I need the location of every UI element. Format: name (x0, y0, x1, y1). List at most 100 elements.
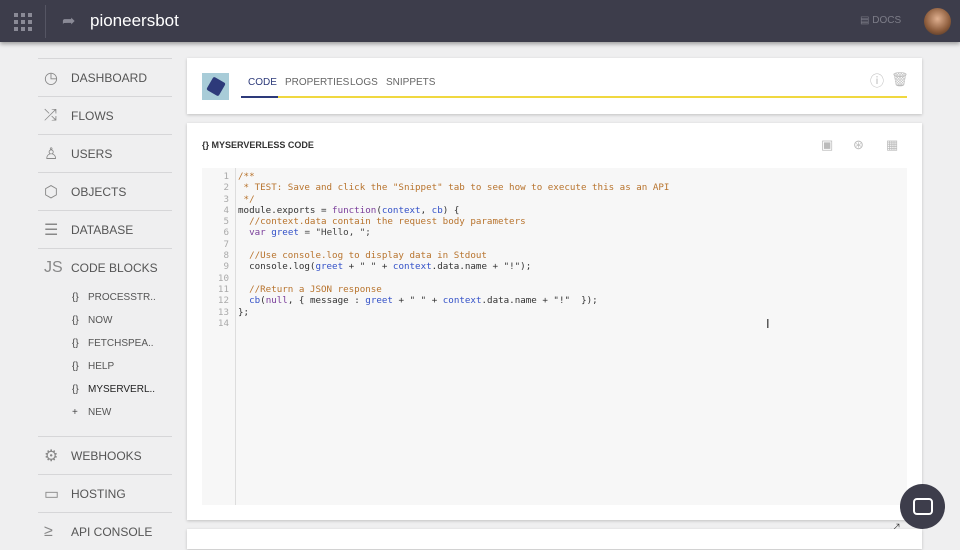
sidebar-item-label: HOSTING (71, 486, 126, 501)
tab-logs[interactable]: LOGS (350, 77, 378, 88)
code-token: context (381, 204, 421, 216)
apps-grid-icon[interactable] (14, 13, 32, 31)
subitem-label: HELP (88, 361, 115, 372)
line-number: 4 (223, 204, 229, 216)
tab-properties[interactable]: PROPERTIES (285, 77, 349, 88)
grid-icon[interactable]: ▦ (886, 137, 898, 153)
sidebar-item-api-console[interactable]: ≥ API CONSOLE (38, 512, 172, 550)
code-token: context (392, 261, 432, 273)
code-token: + " " + (392, 295, 443, 307)
sidebar-item-label: API CONSOLE (71, 524, 153, 539)
braces-icon: {} (72, 292, 79, 303)
code-line: 4 module.exports = function(context, cb) … (202, 205, 669, 216)
code-line: 7 (202, 239, 669, 250)
sidebar-subitem[interactable]: + NEW (38, 401, 172, 424)
code-token: /** (238, 171, 255, 182)
code-token: greet (315, 261, 344, 273)
braces-icon: {} (72, 338, 79, 349)
line-number: 5 (223, 216, 229, 228)
avatar[interactable] (924, 8, 951, 35)
code-line: 5 //context.data contain the request bod… (202, 216, 669, 227)
sidebar-item-dashboard[interactable]: ◷ DASHBOARD (38, 58, 172, 96)
sidebar-item-code-blocks[interactable]: JS CODE BLOCKS (38, 248, 172, 286)
subitem-label: PROCESSTR.. (88, 292, 156, 303)
app-title: pioneersbot (90, 11, 179, 30)
sidebar-subitem[interactable]: {} PROCESSTR.. (38, 286, 172, 309)
sidebar-item-flows[interactable]: ⤮ FLOWS (38, 96, 172, 134)
code-content: //Return a JSON response (232, 284, 382, 295)
code-token: //Return a JSON response (238, 283, 382, 295)
tab-code[interactable]: CODE (248, 77, 277, 88)
sidebar-subitem[interactable]: {} MYSERVERL.. (38, 378, 172, 401)
sidebar-icon: ≥ (44, 522, 53, 540)
sidebar-subitem[interactable]: {} NOW (38, 309, 172, 332)
code-content (232, 239, 238, 250)
code-token: function (332, 204, 377, 216)
sidebar-item-database[interactable]: ☰ DATABASE (38, 210, 172, 248)
code-line: 9 console.log(greet + " " + context.data… (202, 261, 669, 272)
sidebar-icon: ⚙ (44, 447, 59, 465)
code-line: 13}; (202, 307, 669, 318)
code-token: .data.name + "!" }); (481, 295, 598, 307)
code-content: * TEST: Save and click the "Snippet" tab… (232, 182, 670, 193)
sidebar-item-label: CODE BLOCKS (71, 260, 158, 275)
code-content: //Use console.log to display data in Std… (232, 250, 487, 261)
code-token: */ (238, 193, 255, 205)
line-number: 14 (217, 317, 229, 329)
code-panel-title: {} MYSERVERLESS CODE (202, 140, 314, 150)
share-arrow-icon[interactable]: ➦ (62, 11, 75, 31)
code-content: console.log(greet + " " + context.data.n… (232, 261, 531, 272)
delete-icon[interactable]: 🗑 (891, 71, 909, 88)
code-token: console.log( (238, 261, 316, 273)
code-content: }; (232, 307, 249, 318)
code-content: /** (232, 171, 255, 182)
sidebar-icon: ⬡ (44, 183, 58, 201)
code-content (232, 273, 238, 284)
sidebar-item-webhooks[interactable]: ⚙ WEBHOOKS (38, 436, 172, 474)
subitem-label: MYSERVERL.. (88, 384, 156, 395)
code-content: var greet = "Hello, "; (232, 227, 371, 238)
line-number: 2 (223, 182, 229, 194)
line-number: 7 (223, 238, 229, 250)
chat-button[interactable] (900, 484, 945, 529)
sidebar-subitem[interactable]: {} HELP (38, 355, 172, 378)
sidebar-item-hosting[interactable]: ▭ HOSTING (38, 474, 172, 512)
line-number: 6 (223, 227, 229, 239)
sidebar-icon: ▭ (44, 485, 60, 503)
docs-label: DOCS (872, 15, 902, 26)
code-line: 8 //Use console.log to display data in S… (202, 250, 669, 261)
code-editor[interactable]: 1/** 2 * TEST: Save and click the "Snippe… (202, 168, 907, 535)
code-content: //context.data contain the request body … (232, 216, 526, 227)
tab-snippets[interactable]: SNIPPETS (386, 77, 435, 88)
code-content: */ (232, 194, 255, 205)
sidebar-item-label: DASHBOARD (71, 70, 148, 85)
sidebar-item-objects[interactable]: ⬡ OBJECTS (38, 172, 172, 210)
braces-icon: {} (72, 315, 79, 326)
code-token: , { message : (287, 295, 366, 307)
subitem-label: NEW (88, 407, 112, 418)
sidebar-item-label: USERS (71, 146, 113, 161)
plus-icon: + (72, 407, 78, 418)
code-token: }; (238, 306, 250, 318)
line-number: 10 (217, 272, 229, 284)
chat-icon (912, 498, 933, 515)
help-icon[interactable]: ⓘ (870, 71, 884, 91)
sidebar-icon: ◷ (44, 69, 58, 87)
code-line: 10 (202, 273, 669, 284)
sidebar-icon: JS (44, 258, 63, 276)
sidebar-subitem[interactable]: {} FETCHSPEA.. (38, 332, 172, 355)
code-token: cb (431, 204, 443, 216)
code-line: 14 (202, 318, 669, 329)
code-token: ) { (442, 204, 460, 216)
sidebar-item-users[interactable]: ♙ USERS (38, 134, 172, 172)
bottom-card (187, 529, 922, 549)
docs-link[interactable]: ▤ DOCS (860, 15, 901, 26)
save-icon[interactable]: ▣ (821, 137, 833, 153)
code-line: 1 /** (202, 171, 669, 182)
line-number: 11 (217, 283, 229, 295)
sidebar-item-label: DATABASE (71, 222, 134, 237)
code-line: 2 * TEST: Save and click the "Snippet" t… (202, 182, 669, 193)
deploy-icon[interactable]: ⊛ (853, 137, 864, 153)
code-line: 3 */ (202, 194, 669, 205)
